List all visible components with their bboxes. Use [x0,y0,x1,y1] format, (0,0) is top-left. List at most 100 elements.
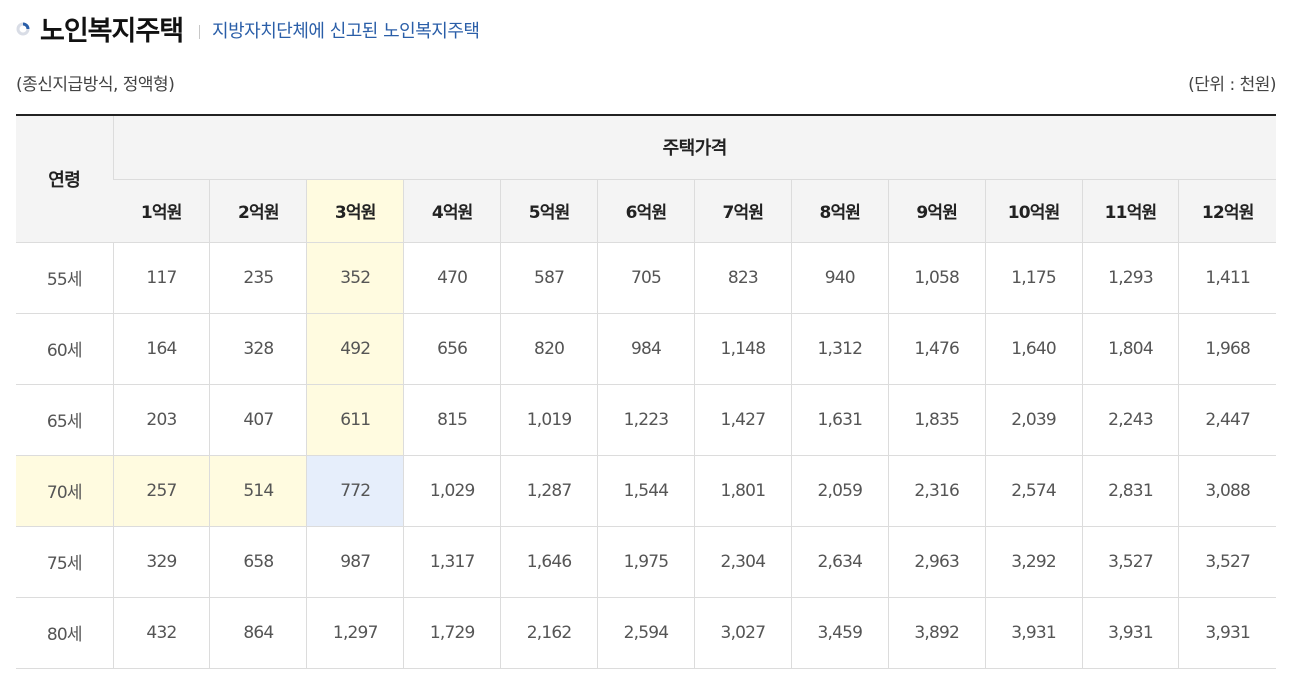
value-cell: 1,029 [403,455,501,527]
value-cell: 772 [306,455,404,527]
table-header-row: 연령 주택가격 [16,115,1276,243]
age-cell: 80세 [16,597,113,669]
table-row: 70세 257 514 772 1,029 1,287 1,544 1,801 2,059 2,3… [16,455,1276,527]
age-cell: 70세 [16,455,113,527]
value-cell: 1,801 [693,455,792,527]
value-cell: 1,476 [887,313,986,385]
value-cell: 984 [597,313,695,385]
value-cell: 352 [306,242,404,314]
value-cell: 2,039 [984,384,1083,456]
value-cell: 328 [209,313,307,385]
table-body: 55세 117 235 352 470 587 705 823 940 1,058 1,175 1,2… [16,242,1276,669]
value-cell: 3,892 [887,597,986,669]
value-cell: 3,027 [693,597,792,669]
value-cell: 611 [306,384,404,456]
price-header: 3억원 [306,179,404,243]
value-cell: 1,317 [403,526,501,598]
value-cell: 1,411 [1178,242,1276,314]
value-cell: 987 [306,526,404,598]
price-header: 8억원 [790,179,889,243]
value-cell: 257 [112,455,210,527]
table-row: 65세 203 407 611 815 1,019 1,223 1,427 1,631 1,835… [16,384,1276,456]
value-cell: 1,058 [887,242,986,314]
age-cell: 55세 [16,242,113,314]
price-header: 4억원 [403,179,501,243]
ring-bullet-icon [16,21,30,36]
value-cell: 3,088 [1178,455,1276,527]
value-cell: 492 [306,313,404,385]
value-cell: 3,459 [790,597,889,669]
value-cell: 203 [112,384,210,456]
value-cell: 3,292 [984,526,1083,598]
price-header: 2억원 [209,179,307,243]
value-cell: 658 [209,526,307,598]
value-cell: 3,527 [1178,526,1276,598]
price-header: 7억원 [693,179,792,243]
section-header: 노인복지주택 지방자치단체에 신고된 노인복지주택 [16,8,480,48]
age-cell: 60세 [16,313,113,385]
table-row: 80세 432 864 1,297 1,729 2,162 2,594 3,027 3,459 3… [16,597,1276,669]
age-cell: 65세 [16,384,113,456]
pension-rate-table: 연령 주택가격 1억원 2억원 3억원 4억원 5억원 6억원 7억원 8억원 9억원 10억원 1… [16,114,1276,669]
value-cell: 1,835 [887,384,986,456]
value-cell: 1,427 [693,384,792,456]
price-header: 12억원 [1178,179,1276,243]
value-cell: 3,931 [1081,597,1179,669]
house-price-group-header: 주택가격 [112,115,1276,180]
value-cell: 1,175 [984,242,1083,314]
title-divider [199,25,201,39]
value-cell: 3,931 [984,597,1083,669]
value-cell: 470 [403,242,501,314]
value-cell: 1,297 [306,597,404,669]
value-cell: 815 [403,384,501,456]
unit-note: (단위 : 천원) [1188,75,1276,95]
value-cell: 1,640 [984,313,1083,385]
price-header: 10억원 [984,179,1083,243]
value-cell: 2,634 [790,526,889,598]
value-cell: 2,059 [790,455,889,527]
page-title: 노인복지주택 [40,15,184,47]
price-header: 5억원 [500,179,598,243]
value-cell: 432 [112,597,210,669]
value-cell: 235 [209,242,307,314]
value-cell: 820 [500,313,598,385]
value-cell: 2,831 [1081,455,1179,527]
value-cell: 1,287 [500,455,598,527]
value-cell: 1,968 [1178,313,1276,385]
value-cell: 164 [112,313,210,385]
value-cell: 407 [209,384,307,456]
value-cell: 329 [112,526,210,598]
price-header: 9억원 [887,179,986,243]
table-row: 55세 117 235 352 470 587 705 823 940 1,058 1,175 1,2… [16,242,1276,314]
value-cell: 117 [112,242,210,314]
value-cell: 2,316 [887,455,986,527]
value-cell: 2,963 [887,526,986,598]
value-cell: 705 [597,242,695,314]
value-cell: 3,931 [1178,597,1276,669]
value-cell: 1,223 [597,384,695,456]
value-cell: 1,646 [500,526,598,598]
value-cell: 1,293 [1081,242,1179,314]
value-cell: 514 [209,455,307,527]
value-cell: 2,243 [1081,384,1179,456]
value-cell: 823 [693,242,792,314]
price-header: 11억원 [1081,179,1179,243]
value-cell: 864 [209,597,307,669]
payment-method-note: (종신지급방식, 정액형) [16,75,175,95]
value-cell: 1,804 [1081,313,1179,385]
value-cell: 1,312 [790,313,889,385]
value-cell: 587 [500,242,598,314]
value-cell: 2,162 [500,597,598,669]
value-cell: 1,544 [597,455,695,527]
table-row: 75세 329 658 987 1,317 1,646 1,975 2,304 2,634 2,9… [16,526,1276,598]
value-cell: 1,148 [693,313,792,385]
value-cell: 2,304 [693,526,792,598]
value-cell: 656 [403,313,501,385]
age-column-header: 연령 [16,115,113,243]
price-header: 1억원 [113,179,210,243]
price-header: 6억원 [597,179,695,243]
value-cell: 2,447 [1178,384,1276,456]
value-cell: 1,975 [597,526,695,598]
value-cell: 2,594 [597,597,695,669]
value-cell: 1,631 [790,384,889,456]
